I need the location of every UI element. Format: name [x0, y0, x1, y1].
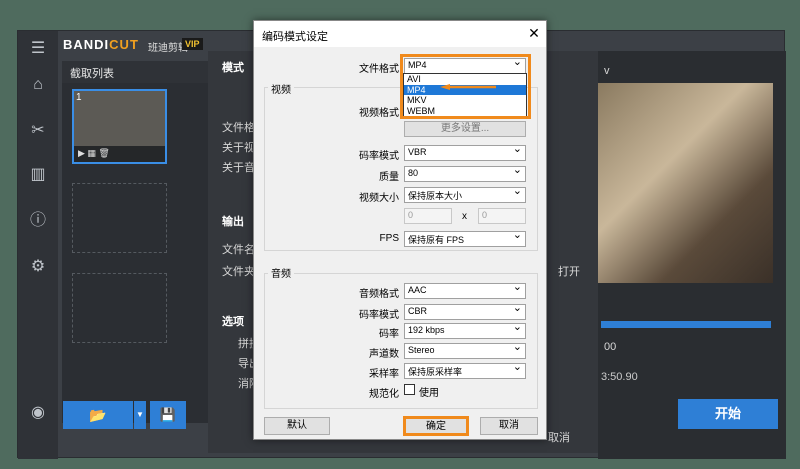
video-size-label: 视频大小 [359, 193, 399, 204]
timecode: 3:50.90 [601, 371, 638, 383]
audio-bitrate-label: 码率 [379, 329, 399, 340]
audio-group-title: 音频 [268, 265, 294, 280]
samplerate-select[interactable]: 保持原采样率 [404, 360, 526, 379]
settings-icon[interactable]: ⚙ [26, 255, 50, 279]
audio-format-label: 音频格式 [359, 289, 399, 300]
main-cancel-button[interactable]: 取消 [548, 429, 570, 445]
filename-label: 文件名 [222, 244, 255, 256]
fps-select[interactable]: 保持原有 FPS [404, 228, 526, 247]
cut-icon[interactable]: ✂ [26, 119, 50, 143]
quality-label: 质量 [379, 172, 399, 183]
video-format-label: 视频格式 [359, 108, 399, 119]
empty-clip-slot [72, 273, 167, 343]
info-icon[interactable]: ⓘ [26, 209, 50, 233]
normalize-checkbox[interactable] [404, 384, 415, 395]
clip-list-header: 截取列表 [62, 61, 222, 83]
height-input[interactable]: 0 [478, 208, 526, 224]
menu-icon[interactable]: ☰ [26, 37, 50, 61]
file-format-label: 文件格式 [359, 64, 399, 75]
mode-label: 模式 [222, 62, 244, 74]
home-icon[interactable]: ⌂ [26, 73, 50, 97]
save-icon[interactable]: 💾 [150, 401, 186, 429]
output-title: 输出 [222, 216, 244, 228]
video-size-select[interactable]: 保持原本大小 [404, 184, 526, 203]
fps-label: FPS [379, 233, 399, 244]
audio-bitrate-mode-label: 码率模式 [359, 310, 399, 321]
audio-bitrate-select[interactable]: 192 kbps [404, 320, 526, 339]
record-icon[interactable]: ◉ [26, 401, 50, 425]
open-file-button[interactable]: 📂 [63, 401, 133, 429]
start-button[interactable]: 开始 [678, 399, 778, 429]
open-dropdown-button[interactable]: ▼ [134, 401, 146, 429]
more-settings-button[interactable]: 更多设置... [404, 121, 526, 137]
ok-button[interactable]: 确定 [403, 416, 469, 436]
merge-icon[interactable]: ▥ [26, 163, 50, 187]
bitrate-mode-label: 码率模式 [359, 151, 399, 162]
width-input[interactable]: 0 [404, 208, 452, 224]
folder-label: 文件夹 [222, 266, 255, 278]
normalize-label: 规范化 [369, 389, 399, 400]
bitrate-mode-select[interactable]: VBR [404, 142, 526, 161]
open-folder-button[interactable]: 打开 [558, 263, 580, 279]
size-separator: x [462, 211, 467, 222]
empty-clip-slot [72, 183, 167, 253]
quality-select[interactable]: 80 [404, 163, 526, 182]
vip-badge[interactable]: VIP [182, 38, 203, 50]
options-title: 选项 [222, 316, 244, 328]
clip-thumbnail[interactable]: 1 ▶ ▦ 🗑 [72, 89, 167, 164]
default-button[interactable]: 默认 [264, 417, 330, 435]
app-logo: BANDICUT [63, 37, 139, 52]
sidebar: ☰ ⌂ ✂ ▥ ⓘ ⚙ ◉ [18, 31, 58, 459]
audio-format-select[interactable]: AAC [404, 280, 526, 299]
clip-number: 1 [76, 92, 82, 103]
dialog-title: 编码模式设定 [254, 21, 546, 47]
channels-select[interactable]: Stereo [404, 340, 526, 359]
normalize-checkbox-label: 使用 [419, 388, 439, 399]
timeline-progress[interactable] [601, 321, 771, 328]
channels-label: 声道数 [369, 349, 399, 360]
arrow-left-icon [440, 84, 496, 90]
preview-filename: v [604, 65, 610, 77]
video-group-title: 视频 [268, 81, 294, 96]
close-icon[interactable]: ✕ [526, 25, 542, 41]
samplerate-label: 采样率 [369, 369, 399, 380]
audio-bitrate-mode-select[interactable]: CBR [404, 301, 526, 320]
cancel-button[interactable]: 取消 [480, 417, 538, 435]
video-preview [598, 83, 773, 283]
preview-time: 00 [604, 341, 617, 353]
clip-controls[interactable]: ▶ ▦ 🗑 [74, 146, 165, 162]
clip-list-panel: 1 ▶ ▦ 🗑 [62, 83, 222, 423]
